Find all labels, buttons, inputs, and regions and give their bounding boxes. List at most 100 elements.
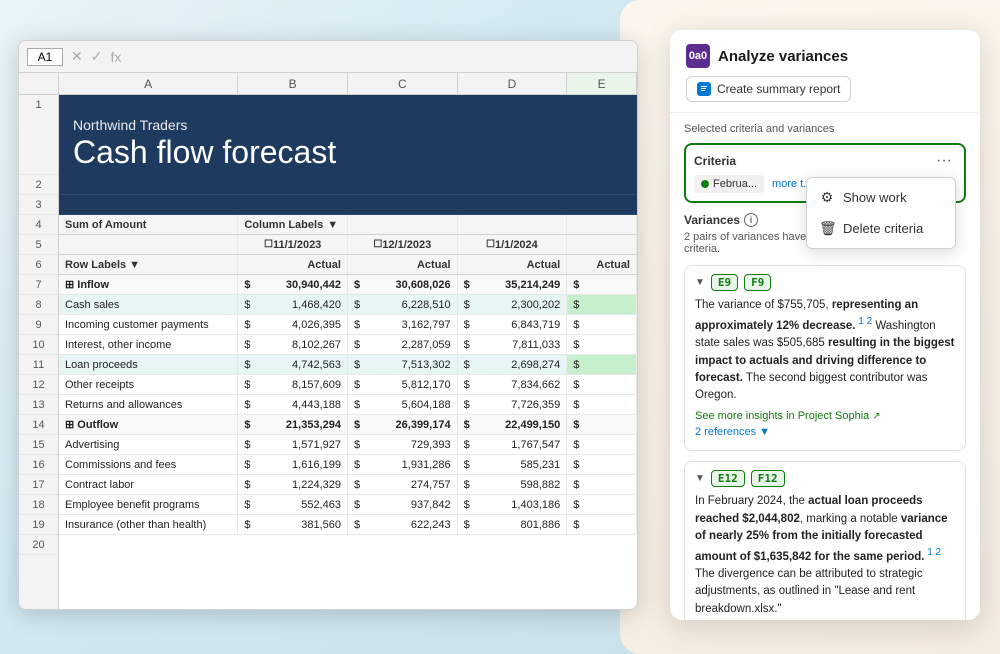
title-area: Northwind Traders Cash flow forecast xyxy=(59,95,637,195)
row-num-4: 4 xyxy=(19,215,58,235)
criteria-tag-dot xyxy=(701,180,709,188)
ref-1-1[interactable]: 1 xyxy=(855,316,863,327)
formula-icon: fx xyxy=(110,49,121,65)
ref-1-2[interactable]: 2 xyxy=(864,316,872,327)
show-work-label: Show work xyxy=(843,190,907,205)
cell-e-9: $ xyxy=(567,455,637,474)
chevron-down-icon-refs: ▼ xyxy=(759,426,770,438)
cell-e-10: $ xyxy=(567,475,637,494)
actual-b7: Actual xyxy=(238,255,348,274)
external-link-icon-1: ↗ xyxy=(872,411,880,422)
cell-c-4: $7,513,302 xyxy=(348,355,458,374)
references-toggle-1[interactable]: 2 references ▼ xyxy=(695,426,955,438)
variances-info-icon[interactable]: i xyxy=(744,213,758,227)
col-header-b[interactable]: B xyxy=(238,73,348,94)
cell-e-6: $ xyxy=(567,395,637,414)
excel-spreadsheet: A1 ✕ ✓ fx A B C D E 1 2 3 4 5 6 7 8 9 10… xyxy=(18,40,638,610)
cell-badge-f12[interactable]: F12 xyxy=(751,470,785,487)
cell-b-8: $1,571,927 xyxy=(238,435,348,454)
cell-c-11: $937,842 xyxy=(348,495,458,514)
toolbar-divider: ✕ xyxy=(71,48,83,65)
cell-b-7: $21,353,294 xyxy=(238,415,348,434)
cell-badge-e12[interactable]: E12 xyxy=(711,470,745,487)
row-num-9: 9 xyxy=(19,315,58,335)
analysis-panel: 0a0 Analyze variances Create summary rep… xyxy=(670,30,980,620)
cell-c-8: $729,393 xyxy=(348,435,458,454)
ref-2-1[interactable]: 1 xyxy=(924,547,932,558)
toolbar-checkmark: ✓ xyxy=(91,48,103,65)
row-num-10: 10 xyxy=(19,335,58,355)
variances-section: Variances i 2 pairs of variances have be… xyxy=(684,213,966,620)
cell-b-10: $1,224,329 xyxy=(238,475,348,494)
row-num-1: 1 xyxy=(19,95,58,175)
table-row: Returns and allowances $4,443,188 $5,604… xyxy=(59,395,637,415)
variance-item-1-header: ▼ E9 F9 xyxy=(695,274,955,291)
cell-d-5: $7,834,662 xyxy=(458,375,568,394)
col-labels-row5: Sum of Amount Column Labels ▼ xyxy=(59,215,637,235)
cell-a-7: ⊞ Outflow xyxy=(59,415,238,434)
create-summary-button[interactable]: Create summary report xyxy=(686,76,851,102)
cell-b-1: $1,468,420 xyxy=(238,295,348,314)
row-num-11: 11 xyxy=(19,355,58,375)
panel-body: Selected criteria and variances Criteria… xyxy=(670,113,980,620)
cell-b-2: $4,026,395 xyxy=(238,315,348,334)
col-label-d5 xyxy=(458,215,568,234)
row-2-spacer xyxy=(59,195,637,215)
col-header-a[interactable]: A xyxy=(59,73,238,94)
date-labels-row6: ☐ 11/1/2023 ☐ 12/1/2023 ☐ 1/1/2024 xyxy=(59,235,637,255)
chevron-down-icon-2[interactable]: ▼ xyxy=(695,473,705,484)
table-row: Interest, other income $8,102,267 $2,287… xyxy=(59,335,637,355)
cell-badge-e9[interactable]: E9 xyxy=(711,274,738,291)
cell-c-10: $274,757 xyxy=(348,475,458,494)
cell-a-1: Cash sales xyxy=(59,295,238,314)
ref-2-2[interactable]: 2 xyxy=(933,547,941,558)
criteria-more-button[interactable]: ··· xyxy=(932,153,956,169)
row6-a xyxy=(59,235,238,254)
col-header-e[interactable]: E xyxy=(567,73,637,94)
cell-e-7: $ xyxy=(567,415,637,434)
col-header-c[interactable]: C xyxy=(348,73,458,94)
actual-d7: Actual xyxy=(458,255,568,274)
cell-d-4: $2,698,274 xyxy=(458,355,568,374)
cell-e-5: $ xyxy=(567,375,637,394)
date-jan: ☐ 1/1/2024 xyxy=(458,235,568,254)
variance-2-text: In February 2024, the actual loan procee… xyxy=(695,493,955,618)
create-summary-label: Create summary report xyxy=(717,82,840,96)
variance-item-2-header: ▼ E12 F12 xyxy=(695,470,955,487)
row-num-16: 16 xyxy=(19,455,58,475)
cell-d-1: $2,300,202 xyxy=(458,295,568,314)
row6-e xyxy=(567,235,637,254)
criteria-label: Criteria xyxy=(694,154,736,168)
cell-b-0: $30,940,442 xyxy=(238,275,348,294)
sheet-content: 1 2 3 4 5 6 7 8 9 10 11 12 13 14 15 16 1… xyxy=(19,95,637,609)
row-num-12: 12 xyxy=(19,375,58,395)
table-row: Cash sales $1,468,420 $6,228,510 $2,300,… xyxy=(59,295,637,315)
cell-b-3: $8,102,267 xyxy=(238,335,348,354)
cell-b-6: $4,443,188 xyxy=(238,395,348,414)
row-num-20: 20 xyxy=(19,535,58,555)
row-num-2: 2 xyxy=(19,175,58,195)
cell-a-4: Loan proceeds xyxy=(59,355,238,374)
actual-c7: Actual xyxy=(348,255,458,274)
data-rows: ⊞ Inflow $30,940,442 $30,608,026 $35,214… xyxy=(59,275,637,535)
row-num-19: 19 xyxy=(19,515,58,535)
cell-b-4: $4,742,563 xyxy=(238,355,348,374)
cell-e-1: $ xyxy=(567,295,637,314)
table-row: Other receipts $8,157,609 $5,812,170 $7,… xyxy=(59,375,637,395)
chevron-down-icon-1[interactable]: ▼ xyxy=(695,277,705,288)
see-more-link-1[interactable]: See more insights in Project Sophia ↗ xyxy=(695,410,955,422)
cell-badge-f9[interactable]: F9 xyxy=(744,274,771,291)
col-label-c5 xyxy=(348,215,458,234)
show-work-menu-item[interactable]: ⚙ Show work xyxy=(807,182,955,213)
cell-reference[interactable]: A1 xyxy=(27,48,63,66)
table-row: Incoming customer payments $4,026,395 $3… xyxy=(59,315,637,335)
cell-a-6: Returns and allowances xyxy=(59,395,238,414)
delete-criteria-menu-item[interactable]: 🗑 Delete criteria xyxy=(807,213,955,244)
cell-c-0: $30,608,026 xyxy=(348,275,458,294)
row-num-18: 18 xyxy=(19,495,58,515)
summary-btn-icon xyxy=(697,82,711,96)
cell-d-12: $801,886 xyxy=(458,515,568,534)
cell-c-3: $2,287,059 xyxy=(348,335,458,354)
cell-c-2: $3,162,797 xyxy=(348,315,458,334)
col-header-d[interactable]: D xyxy=(458,73,568,94)
